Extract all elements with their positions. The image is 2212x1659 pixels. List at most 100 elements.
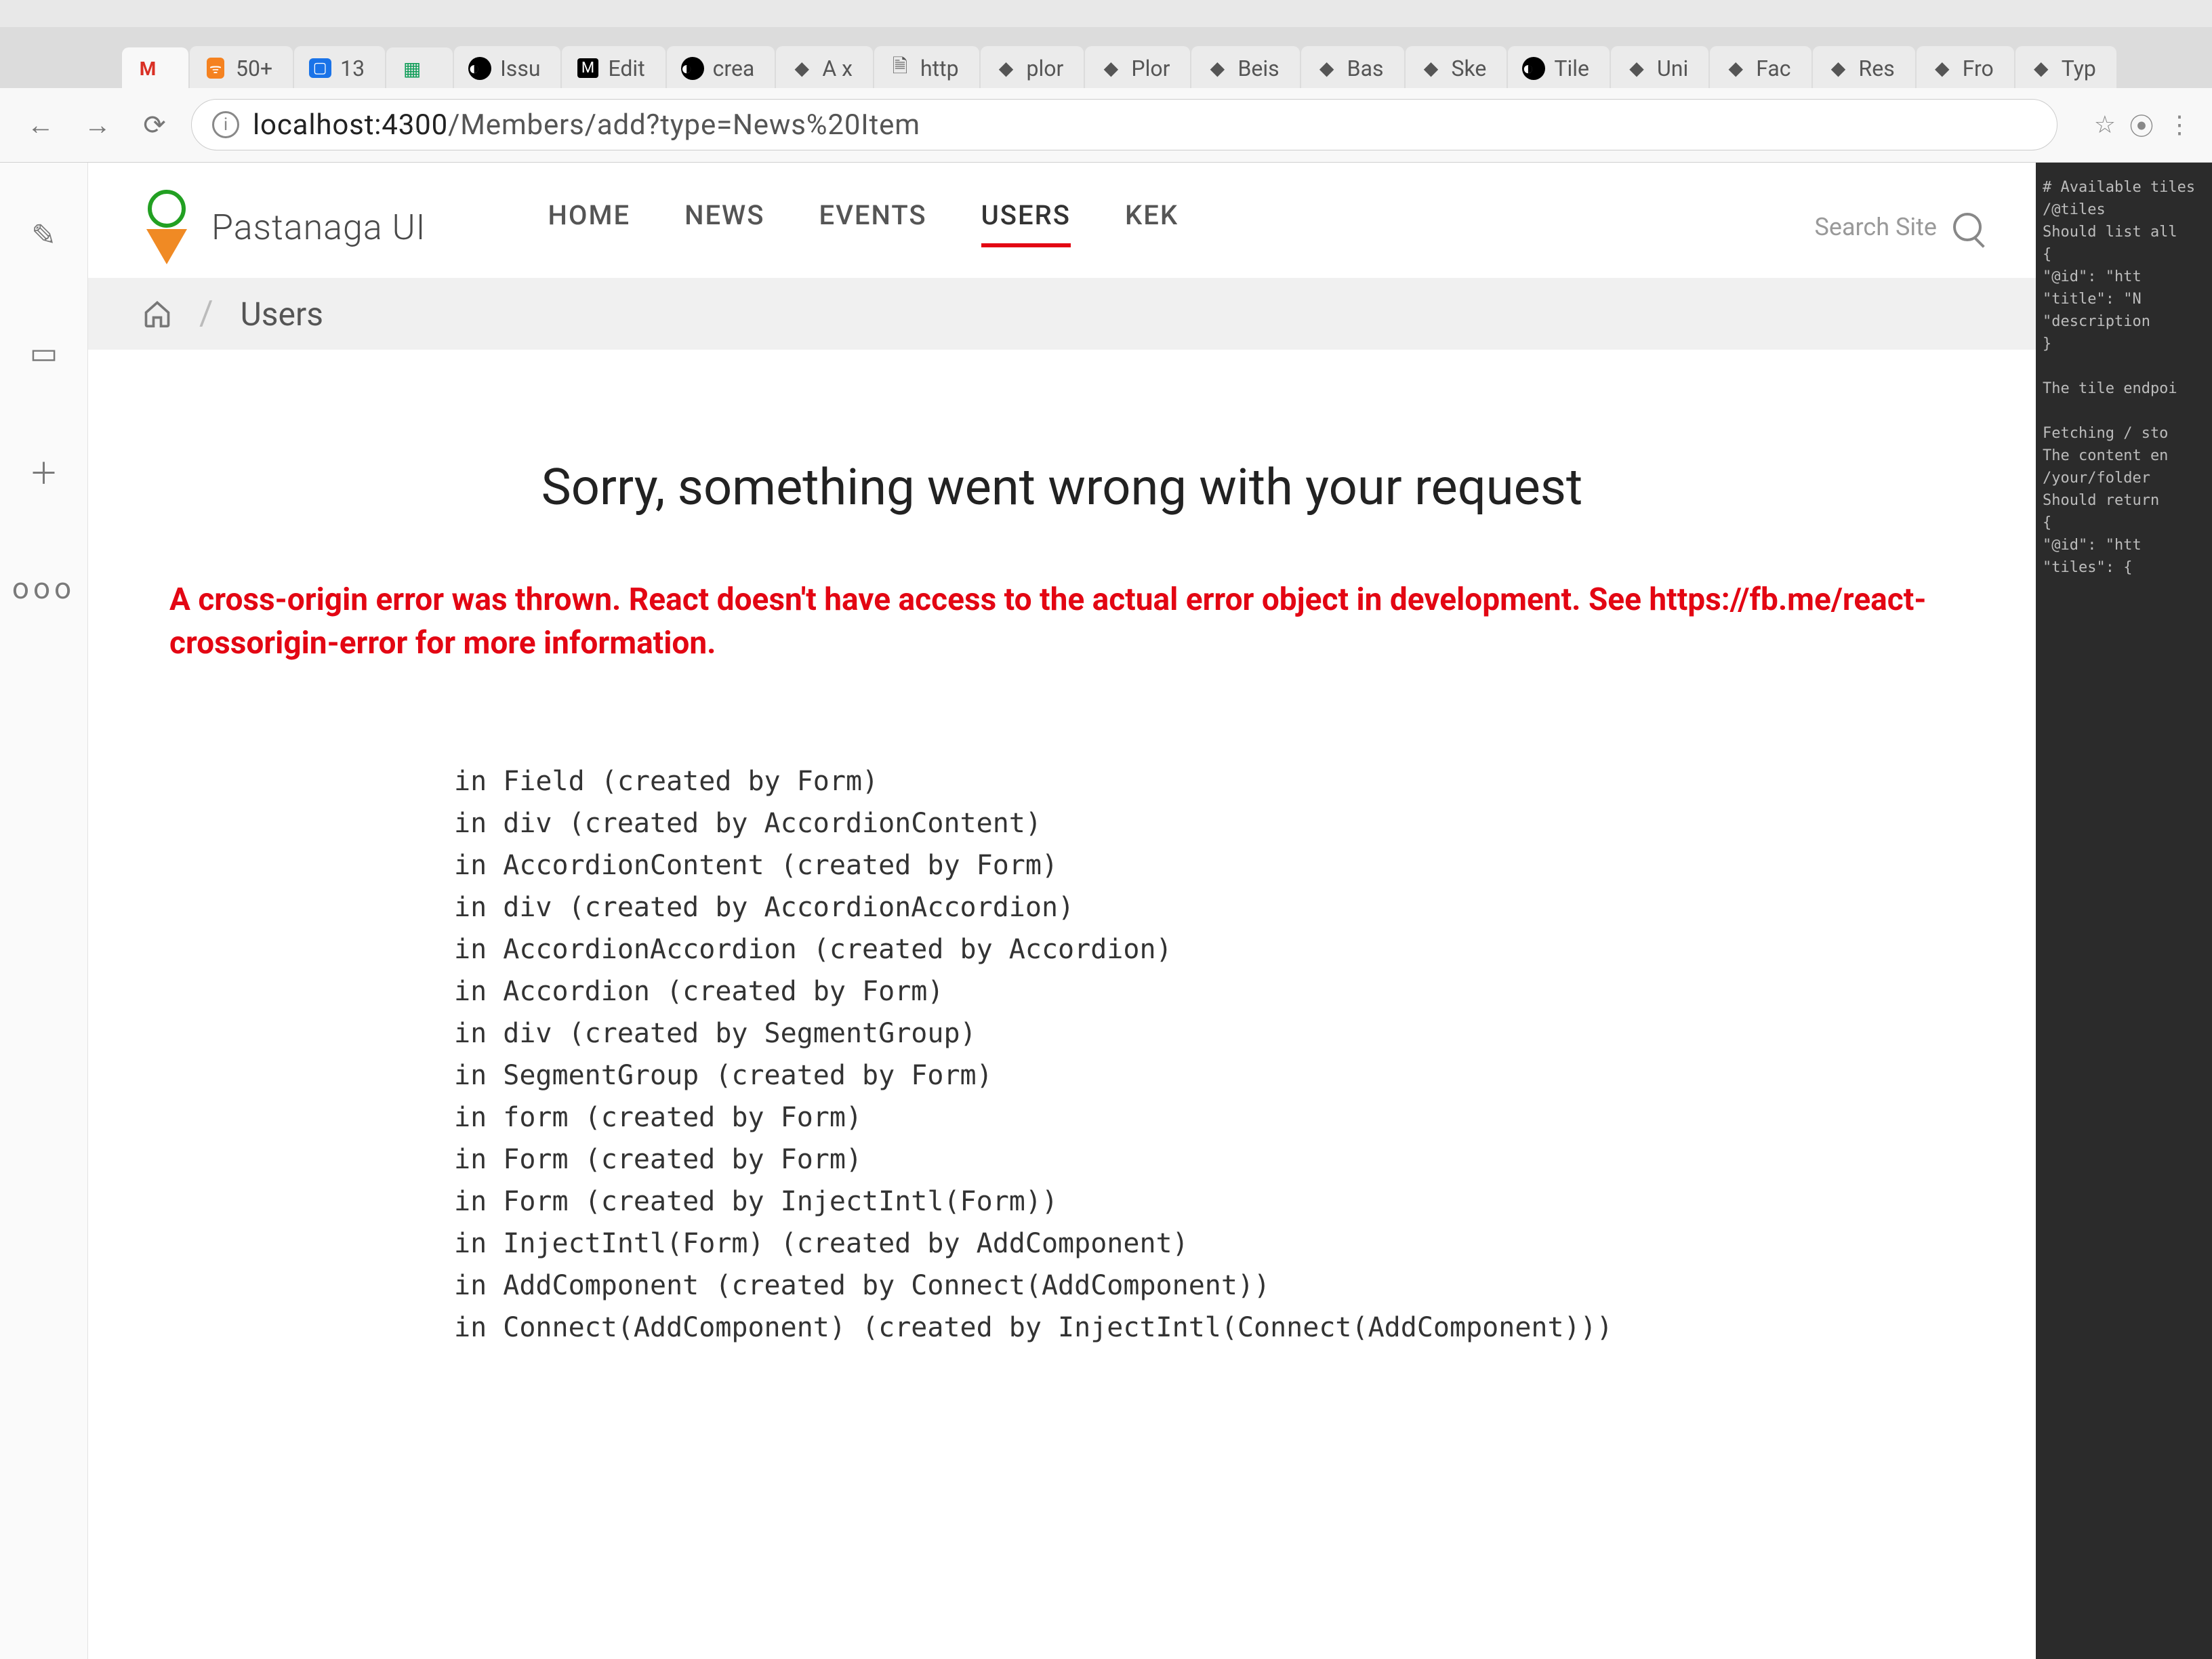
breadcrumb: / Users	[88, 278, 2036, 350]
more-actions-icon[interactable]: ooo	[12, 571, 75, 606]
edit-icon[interactable]: ✎	[26, 217, 62, 253]
tab-favicon-icon: ◆	[1419, 56, 1443, 81]
nav-item-events[interactable]: EVENTS	[819, 199, 926, 247]
tab-favicon-icon: ◆	[2029, 56, 2053, 81]
browser-chrome: M ᯤ 50+ ▢ 13 ▦ ◐ Issu M Edit ◐ crea ◆ A x 🗎 http ◆ plor ◆ P…	[0, 27, 2212, 163]
browser-tab[interactable]: ◆ Uni	[1611, 46, 1708, 88]
browser-tab[interactable]: ᯤ 50+	[190, 46, 293, 88]
nav-item-kek[interactable]: KEK	[1125, 199, 1179, 247]
brand-logo-icon	[142, 190, 191, 264]
search-placeholder-text: Search Site	[1814, 213, 1937, 241]
adjacent-editor-window: # Available tiles/@tilesShould list all{…	[2036, 163, 2212, 1659]
tab-favicon-icon: ◆	[1723, 56, 1748, 81]
back-button[interactable]: ←	[20, 104, 61, 145]
tab-label: A x	[822, 56, 853, 81]
browser-tab[interactable]: ◆ Beis	[1191, 46, 1299, 88]
browser-tab[interactable]: ◆ Res	[1813, 46, 1915, 88]
browser-tab[interactable]: ◆ Ske	[1406, 46, 1507, 88]
tab-favicon-icon: M	[136, 57, 160, 81]
tab-favicon-icon: ◆	[1205, 56, 1229, 81]
tab-favicon-icon: ◐	[680, 56, 705, 81]
tab-label: Tile	[1554, 56, 1589, 81]
nav-item-news[interactable]: NEWS	[684, 199, 764, 247]
nav-item-users[interactable]: USERS	[981, 199, 1071, 247]
omnibox[interactable]: i localhost:4300/Members/add?type=News%2…	[191, 99, 2057, 150]
left-toolbar-rail: ✎ ▭ ＋ ooo	[0, 163, 88, 1659]
browser-tab[interactable]: ◐ Tile	[1508, 46, 1610, 88]
tab-favicon-icon: ᯤ	[203, 56, 228, 81]
tab-label: Ske	[1452, 56, 1487, 81]
browser-tab[interactable]: ◆ Bas	[1301, 46, 1404, 88]
browser-tab[interactable]: ◆ Fac	[1710, 46, 1811, 88]
tab-label: Fro	[1963, 56, 1994, 81]
browser-toolbar: ← → ⟳ i localhost:4300/Members/add?type=…	[0, 88, 2212, 162]
breadcrumb-separator: /	[199, 294, 213, 333]
tab-favicon-icon: M	[575, 56, 600, 81]
extension-icon[interactable]: ⦿	[2129, 107, 2154, 142]
omnibox-host: localhost:4300	[253, 108, 448, 142]
site-header: Pastanaga UI HOME NEWS EVENTS USERS KEK Sear…	[88, 163, 2036, 278]
tab-favicon-icon: ◆	[1624, 56, 1649, 81]
browser-tab[interactable]: ▢ 13	[294, 46, 385, 88]
content-body: Sorry, something went wrong with your re…	[88, 350, 2036, 1659]
main-nav: HOME NEWS EVENTS USERS KEK	[548, 199, 1179, 255]
tab-label: Bas	[1347, 56, 1384, 81]
search-icon[interactable]	[1953, 213, 1982, 241]
breadcrumb-home-icon[interactable]	[142, 299, 172, 329]
tab-label: Uni	[1657, 56, 1688, 81]
browser-tab[interactable]: ◆Typ	[2015, 46, 2116, 88]
site-info-icon[interactable]: i	[212, 111, 239, 138]
tab-favicon-icon: ◐	[1521, 56, 1546, 81]
tab-favicon-icon: ◆	[1826, 56, 1851, 81]
tab-label: 13	[340, 56, 365, 81]
browser-tab[interactable]: ◆ A x	[776, 46, 873, 88]
reload-button[interactable]: ⟳	[134, 104, 175, 145]
tab-label: Fac	[1756, 56, 1790, 81]
site-search[interactable]: Search Site	[1814, 206, 1982, 248]
chrome-menu-icon[interactable]: ⋮	[2167, 110, 2192, 139]
add-page-icon[interactable]: ＋	[26, 453, 62, 489]
browser-tab[interactable]: M Edit	[562, 46, 665, 88]
tab-favicon-icon: ◆	[1315, 56, 1339, 81]
viewport: ✎ ▭ ＋ ooo Pastanaga UI HOME NEWS EVENTS USE…	[0, 163, 2212, 1659]
breadcrumb-current: Users	[241, 295, 323, 333]
tab-favicon-icon: ▢	[308, 56, 332, 81]
browser-tab[interactable]: ◐ crea	[667, 46, 775, 88]
tab-favicon-icon: ◆	[1099, 56, 1123, 81]
tab-label: http	[920, 56, 959, 81]
tab-label: Plor	[1131, 56, 1170, 81]
nav-item-home[interactable]: HOME	[548, 199, 631, 247]
browser-tab[interactable]: 🗎 http	[874, 46, 979, 88]
tab-favicon-icon: ◆	[1930, 56, 1954, 81]
omnibox-actions: ☆ ⦿ ⋮	[2074, 107, 2192, 142]
browser-tab[interactable]: ◆ Fro	[1917, 46, 2014, 88]
tab-favicon-icon: ▦	[400, 57, 424, 81]
search-input[interactable]: Search Site	[1814, 206, 1937, 248]
tab-label: Issu	[500, 56, 540, 81]
browser-tab-strip: M ᯤ 50+ ▢ 13 ▦ ◐ Issu M Edit ◐ crea ◆ A x 🗎 http ◆ plor ◆ P…	[0, 27, 2212, 88]
tab-label: Res	[1859, 56, 1895, 81]
browser-tab[interactable]: M	[122, 47, 188, 88]
omnibox-url: localhost:4300/Members/add?type=News%20I…	[253, 108, 920, 142]
tab-label: crea	[713, 56, 755, 81]
tab-favicon-icon: ◆	[994, 56, 1019, 81]
tab-label: Edit	[608, 56, 644, 81]
tab-label: Beis	[1237, 56, 1279, 81]
browser-tab[interactable]: ◆ plor	[981, 46, 1084, 88]
forward-button[interactable]: →	[77, 104, 118, 145]
star-bookmark-icon[interactable]: ☆	[2094, 110, 2116, 139]
tab-label: 50+	[236, 56, 272, 81]
tab-favicon-icon: 🗎	[888, 56, 912, 81]
browser-tab[interactable]: ◐ Issu	[454, 46, 560, 88]
tab-label: plor	[1027, 56, 1064, 81]
page-content: Pastanaga UI HOME NEWS EVENTS USERS KEK Sear…	[88, 163, 2036, 1659]
error-title: Sorry, something went wrong with your re…	[169, 458, 1954, 517]
tab-favicon-icon: ◐	[468, 56, 492, 81]
error-message: A cross-origin error was thrown. React d…	[169, 578, 1954, 665]
browser-tab[interactable]: ▦	[386, 47, 453, 88]
brand[interactable]: Pastanaga UI	[142, 190, 426, 264]
browser-tab[interactable]: ◆ Plor	[1085, 46, 1190, 88]
folder-icon[interactable]: ▭	[26, 335, 62, 371]
tab-favicon-icon: ◆	[790, 56, 814, 81]
omnibox-path: /Members/add?type=News%20Item	[448, 108, 920, 142]
